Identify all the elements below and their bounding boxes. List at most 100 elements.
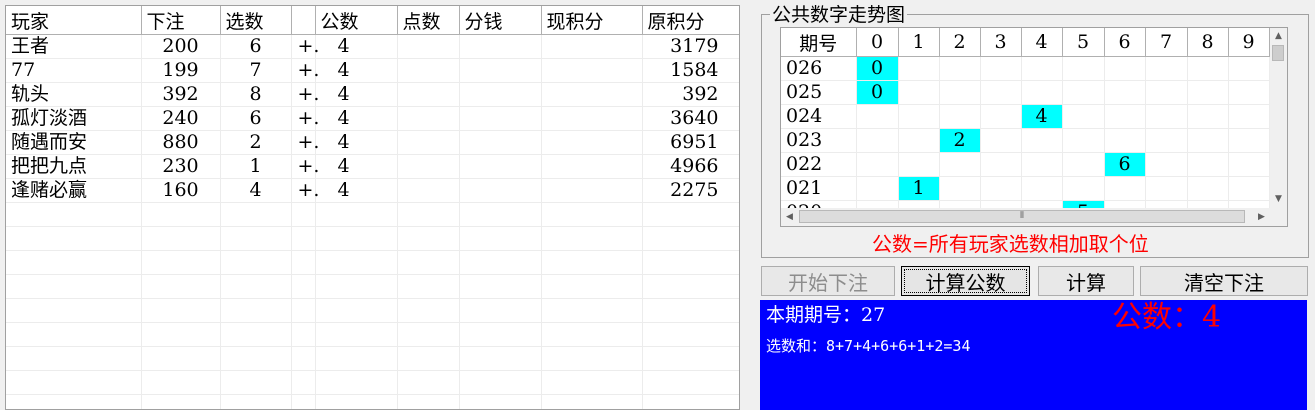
empty-cell bbox=[141, 274, 221, 299]
trend-group-title: 公共数字走势图 bbox=[770, 3, 908, 27]
column-header[interactable]: 点数 bbox=[397, 6, 460, 35]
operator-cell: +. bbox=[291, 82, 319, 107]
trend-vertical-scrollbar[interactable]: ▲ ▼ bbox=[1270, 28, 1287, 208]
trend-empty-cell bbox=[1228, 128, 1270, 153]
calc-common-number-button[interactable]: 计算公数 bbox=[901, 266, 1030, 296]
trend-horizontal-scrollbar[interactable]: ◀ ⦀ ▶ bbox=[781, 208, 1270, 226]
money-cell bbox=[459, 82, 542, 107]
column-header[interactable] bbox=[291, 6, 316, 35]
table-row[interactable]: 孤灯淡酒 240 6 +. 4 3640 bbox=[6, 106, 739, 131]
period-cell: 021 bbox=[781, 176, 857, 201]
original-score-cell: 3640 bbox=[642, 106, 739, 131]
horizontal-scroll-thumb[interactable]: ⦀ bbox=[799, 210, 1245, 223]
digit-column-header[interactable]: 8 bbox=[1187, 28, 1229, 57]
scroll-down-arrow-icon[interactable]: ▼ bbox=[1270, 191, 1287, 208]
original-score-cell: 392 bbox=[642, 82, 739, 107]
trend-hit-cell: 0 bbox=[856, 56, 899, 81]
money-cell bbox=[459, 34, 542, 59]
empty-cell bbox=[459, 274, 542, 299]
empty-cell bbox=[6, 322, 142, 347]
column-header[interactable]: 下注 bbox=[141, 6, 221, 35]
empty-cell bbox=[6, 370, 142, 395]
trend-row[interactable]: 023 2 bbox=[781, 128, 1270, 153]
empty-table-row[interactable] bbox=[6, 250, 739, 275]
column-header[interactable]: 玩家 bbox=[6, 6, 142, 35]
column-header[interactable]: 公数 bbox=[315, 6, 398, 35]
column-header[interactable]: 现积分 bbox=[541, 6, 643, 35]
scroll-left-arrow-icon[interactable]: ◀ bbox=[781, 208, 798, 226]
period-column-header[interactable]: 期号 bbox=[781, 28, 857, 57]
empty-table-row[interactable] bbox=[6, 394, 739, 409]
empty-cell bbox=[459, 202, 542, 227]
original-score-cell: 2275 bbox=[642, 178, 739, 203]
digit-column-header[interactable]: 5 bbox=[1062, 28, 1105, 57]
trend-row[interactable]: 022 6 bbox=[781, 152, 1270, 177]
trend-empty-cell bbox=[1187, 80, 1229, 105]
trend-empty-cell bbox=[898, 56, 940, 81]
vertical-scroll-thumb[interactable] bbox=[1272, 45, 1284, 61]
money-cell bbox=[459, 178, 542, 203]
empty-cell bbox=[6, 298, 142, 323]
column-header[interactable]: 选数 bbox=[220, 6, 292, 35]
trend-row[interactable]: 025 0 bbox=[781, 80, 1270, 105]
digit-column-header[interactable]: 3 bbox=[980, 28, 1022, 57]
empty-table-row[interactable] bbox=[6, 226, 739, 251]
table-row[interactable]: 逢赌必赢 160 4 +. 4 2275 bbox=[6, 178, 739, 203]
pick-cell: 8 bbox=[220, 82, 292, 107]
trend-empty-cell bbox=[980, 176, 1022, 201]
calculate-button[interactable]: 计算 bbox=[1038, 266, 1134, 296]
trend-empty-cell bbox=[1062, 56, 1105, 81]
period-cell: 026 bbox=[781, 56, 857, 81]
empty-table-row[interactable] bbox=[6, 346, 739, 371]
empty-cell bbox=[220, 322, 292, 347]
start-betting-button[interactable]: 开始下注 bbox=[761, 266, 895, 296]
player-name-cell: 把把九点 bbox=[6, 154, 142, 179]
empty-cell bbox=[291, 394, 316, 409]
empty-cell bbox=[459, 298, 542, 323]
money-cell bbox=[459, 130, 542, 155]
operator-cell: +. bbox=[291, 178, 319, 203]
empty-table-row[interactable] bbox=[6, 298, 739, 323]
table-row[interactable]: 77 199 7 +. 4 1584 bbox=[6, 58, 739, 83]
bet-cell: 200 bbox=[141, 34, 221, 59]
empty-table-row[interactable] bbox=[6, 322, 739, 347]
digit-column-header[interactable]: 7 bbox=[1145, 28, 1188, 57]
scroll-right-arrow-icon[interactable]: ▶ bbox=[1253, 208, 1270, 226]
trend-row[interactable]: 021 1 bbox=[781, 176, 1270, 201]
player-bet-grid[interactable]: 玩家 下注 选数 公数 点数 分钱 现积分 原积分 王者 200 6 +. 4 3179 77 199 7 +.… bbox=[5, 5, 740, 410]
trend-row[interactable]: 024 4 bbox=[781, 104, 1270, 129]
digit-column-header[interactable]: 0 bbox=[856, 28, 899, 57]
digit-column-header[interactable]: 4 bbox=[1021, 28, 1063, 57]
trend-empty-cell bbox=[1021, 80, 1063, 105]
table-row[interactable]: 随遇而安 880 2 +. 4 6951 bbox=[6, 130, 739, 155]
trend-row[interactable]: 026 0 bbox=[781, 56, 1270, 81]
pick-sum-label: 选数和：8+7+4+6+6+1+2=34 bbox=[766, 337, 971, 355]
empty-cell bbox=[141, 346, 221, 371]
table-row[interactable]: 把把九点 230 1 +. 4 4966 bbox=[6, 154, 739, 179]
trend-grid[interactable]: 期号0123456789 026002500244023202260211020… bbox=[780, 27, 1288, 227]
trend-empty-cell bbox=[1187, 104, 1229, 129]
table-row[interactable]: 轨头 392 8 +. 4 392 bbox=[6, 82, 739, 107]
trend-empty-cell bbox=[1187, 56, 1229, 81]
player-name-cell: 随遇而安 bbox=[6, 130, 142, 155]
digit-column-header[interactable]: 9 bbox=[1228, 28, 1270, 57]
clear-bets-button[interactable]: 清空下注 bbox=[1140, 266, 1308, 296]
digit-column-header[interactable]: 1 bbox=[898, 28, 940, 57]
column-header[interactable]: 原积分 bbox=[642, 6, 739, 35]
trend-empty-cell bbox=[1145, 80, 1188, 105]
digit-column-header[interactable]: 6 bbox=[1104, 28, 1146, 57]
empty-table-row[interactable] bbox=[6, 370, 739, 395]
trend-hit-cell: 0 bbox=[856, 80, 899, 105]
empty-table-row[interactable] bbox=[6, 202, 739, 227]
pick-cell: 1 bbox=[220, 154, 292, 179]
trend-empty-cell bbox=[1021, 152, 1063, 177]
empty-table-row[interactable] bbox=[6, 274, 739, 299]
scroll-up-arrow-icon[interactable]: ▲ bbox=[1270, 28, 1287, 45]
current-score-cell bbox=[541, 154, 643, 179]
table-row[interactable]: 王者 200 6 +. 4 3179 bbox=[6, 34, 739, 59]
original-score-cell: 4966 bbox=[642, 154, 739, 179]
empty-cell bbox=[642, 370, 739, 395]
trend-empty-cell bbox=[856, 104, 899, 129]
column-header[interactable]: 分钱 bbox=[459, 6, 542, 35]
digit-column-header[interactable]: 2 bbox=[939, 28, 981, 57]
